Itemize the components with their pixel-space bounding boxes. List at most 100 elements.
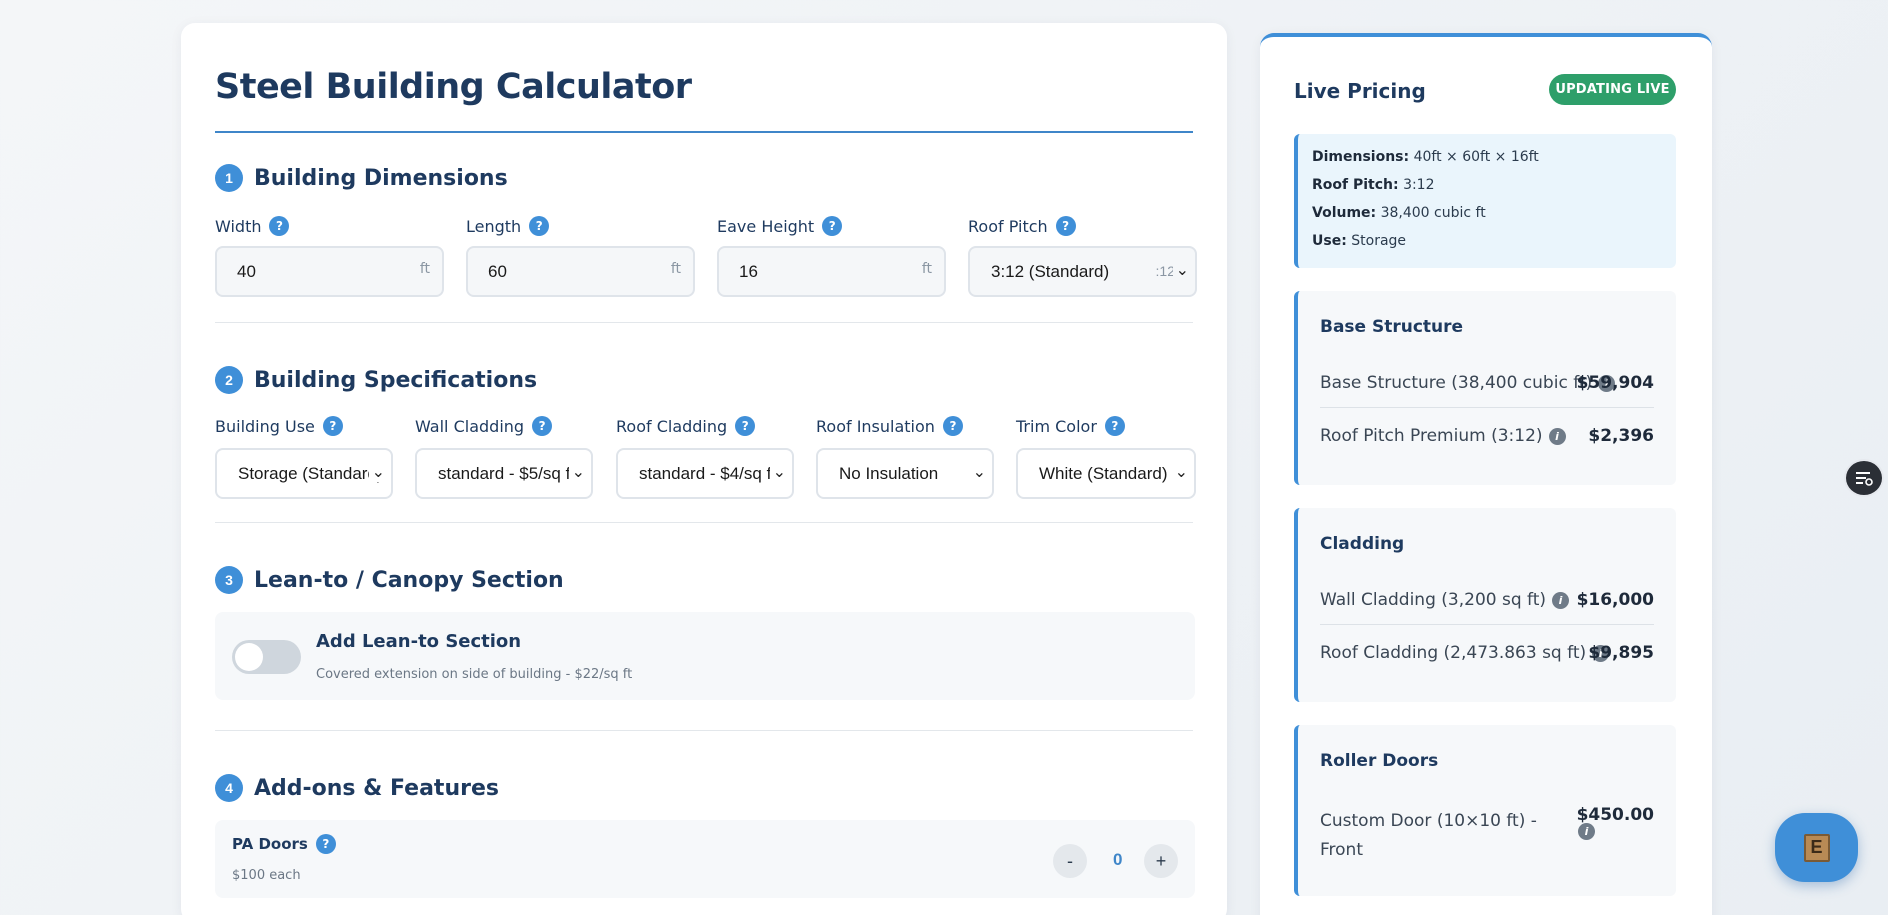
- assistant-button[interactable]: E: [1775, 813, 1858, 882]
- roof-insulation-label-text: Roof Insulation: [816, 416, 935, 436]
- trim-color-label-text: Trim Color: [1016, 416, 1097, 436]
- pricing-card: Live Pricing UPDATING LIVE Dimensions: 4…: [1260, 33, 1712, 915]
- lean-to-option: Add Lean-to Section Covered extension on…: [215, 612, 1195, 700]
- decrement-button[interactable]: -: [1053, 844, 1087, 878]
- list-glyph: [1856, 472, 1873, 486]
- summary-roof-pitch: Roof Pitch: 3:12: [1312, 177, 1676, 205]
- width-label: Width ?: [215, 216, 290, 236]
- price-amount: $16,000: [1576, 590, 1654, 610]
- roof-cladding-label-text: Roof Cladding: [616, 416, 728, 436]
- wall-cladding-label: Wall Cladding ?: [415, 416, 553, 436]
- price-label: Base Structure (38,400 cubic ft) i: [1320, 373, 1616, 393]
- pa-doors-wrapper: PA Doors ? $100 each - 0 +: [181, 820, 1195, 898]
- increment-button[interactable]: +: [1144, 844, 1178, 878]
- price-row: Roof Cladding (2,473.863 sq ft) i $9,895: [1320, 643, 1654, 663]
- step-number: 1: [215, 164, 243, 192]
- toggle-knob: [235, 643, 263, 671]
- info-icon[interactable]: i: [1552, 591, 1570, 609]
- help-icon[interactable]: ?: [1055, 216, 1076, 236]
- chevron-down-icon: ⌄: [1171, 462, 1188, 482]
- length-input[interactable]: 60 ft: [466, 246, 695, 297]
- summary-value: 38,400 cubic ft: [1380, 205, 1486, 221]
- wall-cladding-value: standard - $5/sq ft: [438, 463, 576, 483]
- roof-pitch-label: Roof Pitch ?: [968, 216, 1076, 236]
- help-icon[interactable]: ?: [942, 416, 963, 436]
- wall-cladding-select[interactable]: standard - $5/sq ft ⌄: [415, 448, 593, 499]
- length-value: 60: [488, 261, 507, 281]
- help-icon[interactable]: ?: [735, 416, 756, 436]
- eave-height-label-text: Eave Height: [717, 216, 815, 236]
- lean-to-toggle[interactable]: [232, 640, 301, 674]
- help-icon[interactable]: ?: [315, 834, 336, 854]
- eave-height-input[interactable]: 16 ft: [717, 246, 946, 297]
- chevron-down-icon: ⌄: [368, 462, 385, 482]
- price-group-base-structure: Base Structure Base Structure (38,400 cu…: [1294, 291, 1676, 485]
- wall-cladding-label-text: Wall Cladding: [415, 416, 525, 436]
- roof-insulation-select[interactable]: No Insulation ⌄: [816, 448, 994, 499]
- roof-cladding-select[interactable]: standard - $4/sq ft ⌄: [616, 448, 794, 499]
- section-title: Lean-to / Canopy Section: [254, 567, 564, 593]
- price-label-text: Roof Cladding (2,473.863 sq ft): [1320, 643, 1587, 663]
- section-header: 2 Building Specifications: [215, 366, 1193, 394]
- price-label-text: Base Structure (38,400 cubic ft): [1320, 373, 1593, 393]
- summary-value: Storage: [1351, 233, 1407, 249]
- unit-label: ft: [921, 261, 932, 277]
- assistant-icon: E: [1803, 833, 1830, 862]
- help-icon[interactable]: ?: [1104, 416, 1125, 436]
- price-group-roller-doors: Roller Doors Custom Door (10×10 ft) - Fr…: [1294, 725, 1676, 896]
- building-use-select[interactable]: Storage (Standard) ⌄: [215, 448, 393, 499]
- step-number: 2: [215, 366, 243, 394]
- help-icon[interactable]: ?: [822, 216, 843, 236]
- width-value: 40: [237, 261, 256, 281]
- eave-height-label: Eave Height ?: [717, 216, 843, 236]
- help-icon[interactable]: ?: [269, 216, 290, 236]
- addon-pa-doors: PA Doors ? $100 each - 0 +: [215, 820, 1195, 898]
- section-header: 1 Building Dimensions: [215, 164, 1193, 192]
- summary-label: Use:: [1312, 233, 1347, 249]
- price-group-cladding: Cladding Wall Cladding (3,200 sq ft) i $1…: [1294, 508, 1676, 702]
- unit-label: ft: [670, 261, 681, 277]
- trim-color-select[interactable]: White (Standard) ⌄: [1016, 448, 1196, 499]
- section-divider: [215, 522, 1193, 523]
- roof-pitch-value: 3:12 (Standard): [991, 261, 1110, 281]
- price-label: Roof Cladding (2,473.863 sq ft) i: [1320, 643, 1610, 663]
- section-title: Building Specifications: [254, 367, 538, 393]
- section-building-specifications: 2 Building Specifications Building Use ?…: [215, 366, 1196, 499]
- group-title: Base Structure: [1320, 317, 1464, 337]
- width-input[interactable]: 40 ft: [215, 246, 444, 297]
- help-icon[interactable]: ?: [529, 216, 550, 236]
- width-label-text: Width: [215, 216, 262, 236]
- section-header: 3 Lean-to / Canopy Section: [215, 566, 1193, 594]
- section-building-dimensions: 1 Building Dimensions Width ? 40 ft Leng…: [215, 164, 1197, 297]
- group-title: Roller Doors: [1320, 751, 1439, 771]
- price-label-line: Custom Door (10×10 ft) -: [1320, 811, 1537, 831]
- building-use-label: Building Use ?: [215, 416, 343, 436]
- section-lean-to: 3 Lean-to / Canopy Section: [215, 566, 1193, 594]
- help-icon[interactable]: ?: [532, 416, 553, 436]
- price-row: Custom Door (10×10 ft) - Front i $450.00: [1320, 805, 1654, 865]
- chevron-down-icon: ⌄: [1172, 260, 1189, 280]
- section-title: Add-ons & Features: [254, 775, 499, 801]
- step-number: 4: [215, 774, 243, 802]
- lean-to-title: Add Lean-to Section: [316, 631, 522, 652]
- chevron-down-icon: ⌄: [969, 462, 986, 482]
- pa-doors-title: PA Doors ?: [232, 834, 336, 854]
- price-amount: $450.00: [1576, 805, 1654, 825]
- roof-cladding-label: Roof Cladding ?: [616, 416, 756, 436]
- section-addons: 4 Add-ons & Features: [215, 774, 1193, 802]
- price-label-text: Wall Cladding (3,200 sq ft): [1320, 590, 1547, 610]
- section-title: Building Dimensions: [254, 165, 508, 191]
- roof-pitch-select[interactable]: 3:12 (Standard) :12 ⌄: [968, 246, 1197, 297]
- info-icon[interactable]: i: [1548, 427, 1566, 445]
- price-label: Custom Door (10×10 ft) - Front: [1320, 807, 1575, 865]
- price-label-line: Front: [1320, 840, 1363, 860]
- list-settings-icon[interactable]: [1844, 459, 1884, 497]
- price-row: Wall Cladding (3,200 sq ft) i $16,000: [1320, 590, 1654, 610]
- pa-doors-label: PA Doors: [232, 835, 308, 853]
- lean-to-description: Covered extension on side of building - …: [316, 667, 633, 682]
- price-label-text: Roof Pitch Premium (3:12): [1320, 426, 1543, 446]
- price-row: Roof Pitch Premium (3:12) i $2,396: [1320, 426, 1654, 446]
- lean-to-wrapper: Add Lean-to Section Covered extension on…: [181, 612, 1195, 700]
- help-icon[interactable]: ?: [322, 416, 343, 436]
- roof-insulation-label: Roof Insulation ?: [816, 416, 963, 436]
